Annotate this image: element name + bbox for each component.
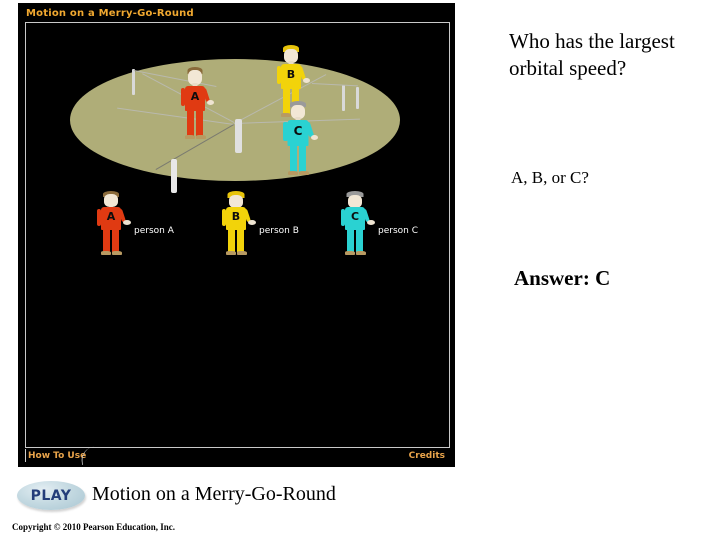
- legend-b-hand-right: [248, 220, 256, 225]
- legend-b-leg-left: [228, 228, 235, 252]
- legend-a-hand-right: [123, 220, 131, 225]
- answer-text: Answer: C: [514, 266, 611, 290]
- media-panel: Motion on a Merry-Go-Round A B C A perso…: [18, 3, 455, 467]
- platform-person-c[interactable]: C: [281, 101, 318, 177]
- legend-c-leg-right: [356, 228, 363, 252]
- swoosh-decoration: [80, 446, 101, 465]
- legend-c-hand-right: [367, 220, 375, 225]
- legend-b-shoe-right: [237, 251, 247, 255]
- legend-person-b[interactable]: B: [219, 191, 256, 257]
- how-to-use-divider: [25, 449, 26, 462]
- legend-c-shoe-left: [345, 251, 355, 255]
- legend-c-shoe-right: [356, 251, 366, 255]
- rim-post-right: [342, 85, 345, 111]
- person-a-shoe-right: [196, 135, 206, 139]
- rim-post-left: [132, 69, 135, 95]
- person-b-arm-left: [277, 66, 281, 84]
- choices-text: A, B, or C?: [511, 168, 589, 187]
- person-a-leg-right: [196, 109, 203, 136]
- legend-b-shoe-left: [226, 251, 236, 255]
- legend-a-arm-left: [97, 209, 101, 226]
- credits-link[interactable]: Credits: [409, 451, 445, 461]
- person-b-hand-right: [303, 78, 310, 83]
- person-c-hand-right: [311, 135, 318, 140]
- panel-bottom-bar: How To Use Credits: [18, 446, 455, 467]
- play-button[interactable]: PLAY: [17, 481, 85, 510]
- legend-person-c[interactable]: C: [338, 191, 375, 257]
- legend-a-head: [104, 194, 118, 207]
- platform-person-a[interactable]: A: [178, 67, 214, 143]
- person-c-shoe-right: [299, 171, 309, 175]
- legend-a-leg-right: [112, 228, 119, 252]
- legend-a-shoe-right: [112, 251, 122, 255]
- media-caption: Motion on a Merry-Go-Round: [92, 483, 336, 505]
- person-a-hand-right: [207, 100, 214, 105]
- panel-title: Motion on a Merry-Go-Round: [26, 8, 194, 19]
- legend-b-label: person B: [259, 226, 299, 236]
- person-a-leg-left: [187, 109, 194, 136]
- person-a-arm-left: [181, 88, 185, 106]
- person-c-shoe-left: [288, 171, 298, 175]
- legend-b-leg-right: [237, 228, 244, 252]
- person-c-leg-right: [299, 144, 306, 172]
- person-b-letter: B: [286, 68, 296, 81]
- hub-post-front: [171, 159, 177, 193]
- play-button-label: PLAY: [30, 488, 72, 504]
- hub-post-center: [235, 119, 242, 153]
- question-text: Who has the largest orbital speed?: [509, 29, 675, 80]
- rim-post-far-right: [356, 87, 359, 109]
- legend-a-shoe-left: [101, 251, 111, 255]
- legend-person-a[interactable]: A: [94, 191, 131, 257]
- legend-c-leg-left: [347, 228, 354, 252]
- person-c-leg-left: [290, 144, 297, 172]
- legend-c-label: person C: [378, 226, 418, 236]
- legend-a-leg-left: [103, 228, 110, 252]
- copyright-notice: Copyright © 2010 Pearson Education, Inc.: [12, 522, 175, 532]
- legend-b-arm-left: [222, 209, 226, 226]
- legend-a-label: person A: [134, 226, 174, 236]
- legend-c-arm-left: [341, 209, 345, 226]
- person-a-letter: A: [190, 90, 200, 103]
- person-a-shoe-left: [185, 135, 195, 139]
- person-c-arm-left: [283, 122, 288, 141]
- animation-stage[interactable]: A B C A person A B person B C person C: [25, 22, 450, 448]
- how-to-use-link[interactable]: How To Use: [28, 451, 86, 461]
